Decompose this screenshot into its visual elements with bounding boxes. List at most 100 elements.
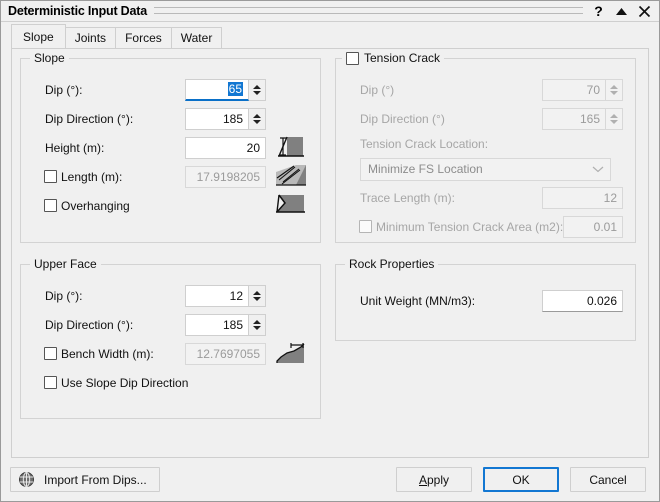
- use-slope-dip-direction-label: Use Slope Dip Direction: [61, 375, 189, 390]
- tension-crack-min-area-checkbox: Minimum Tension Crack Area (m2):: [359, 220, 563, 234]
- upper-face-dip-label: Dip (°):: [45, 288, 83, 303]
- cancel-button[interactable]: Cancel: [570, 467, 646, 492]
- spin-down-icon[interactable]: [253, 119, 261, 124]
- unit-weight-input[interactable]: 0.026: [542, 289, 623, 312]
- slope-group: Slope Dip (°): 65 Dip Direction (°): 185…: [20, 51, 321, 243]
- left-column: Slope Dip (°): 65 Dip Direction (°): 185…: [20, 51, 321, 419]
- tension-crack-dip-direction-input: 165: [542, 107, 606, 130]
- upper-face-dip-spinner[interactable]: 12: [185, 284, 266, 307]
- tension-crack-location-select: Minimize FS Location: [360, 157, 611, 181]
- upper-face-dip-direction-spin-buttons[interactable]: [249, 313, 266, 336]
- upper-face-dip-direction-spinner[interactable]: 185: [185, 313, 266, 336]
- upper-face-dip-direction-input[interactable]: 185: [185, 313, 249, 336]
- spin-down-icon: [610, 119, 618, 124]
- slope-dip-spinner[interactable]: 65: [185, 78, 266, 101]
- unit-weight-label: Unit Weight (MN/m3):: [360, 293, 476, 308]
- checkbox-box[interactable]: [44, 347, 57, 360]
- slope-overhanging-checkbox[interactable]: Overhanging: [44, 199, 130, 213]
- upper-face-bench-width-diagram-icon: [274, 340, 308, 368]
- spin-down-icon[interactable]: [253, 296, 261, 301]
- tension-crack-trace-length-row: Trace Length (m): 12: [348, 183, 623, 212]
- tab-forces-label: Forces: [125, 31, 162, 45]
- diagram-placeholder: [274, 282, 308, 310]
- apply-button[interactable]: Apply: [396, 467, 472, 492]
- tension-crack-trace-length-label: Trace Length (m):: [360, 190, 455, 205]
- tension-crack-dip-spinner: 70: [542, 78, 623, 101]
- rock-properties-group: Rock Properties Unit Weight (MN/m3): 0.0…: [335, 257, 636, 341]
- slope-dip-direction-spinner[interactable]: 185: [185, 107, 266, 130]
- checkbox-box[interactable]: [44, 170, 57, 183]
- spin-up-icon[interactable]: [253, 84, 261, 89]
- tension-crack-location-value: Minimize FS Location: [368, 162, 483, 176]
- upper-face-bench-width-label: Bench Width (m):: [61, 346, 154, 361]
- upper-face-dip-input[interactable]: 12: [185, 284, 249, 307]
- tab-water-label: Water: [180, 31, 213, 45]
- checkbox-box[interactable]: [44, 199, 57, 212]
- dialog-footer: Import From Dips... Apply OK Cancel: [1, 458, 659, 501]
- tab-slope[interactable]: Slope: [11, 24, 66, 48]
- tension-crack-min-area-label: Minimum Tension Crack Area (m2):: [376, 219, 564, 234]
- deterministic-input-data-dialog: Deterministic Input Data ? Slope Joints …: [0, 0, 660, 502]
- slope-height-row: Height (m): 20: [33, 133, 308, 162]
- tab-water[interactable]: Water: [170, 27, 223, 48]
- spin-up-icon[interactable]: [253, 319, 261, 324]
- checkbox-box[interactable]: [44, 376, 57, 389]
- import-from-dips-label: Import From Dips...: [44, 472, 147, 487]
- tension-crack-checkbox[interactable]: [346, 51, 359, 65]
- title-bar-buttons: ?: [592, 4, 653, 19]
- tension-crack-dip-direction-label: Dip Direction (°): [360, 111, 445, 126]
- tab-slope-label: Slope: [23, 29, 54, 44]
- tension-crack-dip-direction-row: Dip Direction (°) 165: [348, 104, 623, 133]
- tension-crack-group: Tension Crack Dip (°) 70 Dip Direction (…: [335, 51, 636, 243]
- import-from-dips-button[interactable]: Import From Dips...: [10, 467, 160, 492]
- tension-crack-min-area-row: Minimum Tension Crack Area (m2): 0.01: [348, 212, 623, 241]
- spin-up-icon[interactable]: [253, 113, 261, 118]
- spin-up-icon[interactable]: [253, 290, 261, 295]
- tension-crack-dip-spin-buttons: [606, 78, 623, 101]
- spin-down-icon[interactable]: [253, 90, 261, 95]
- slope-height-input[interactable]: 20: [185, 136, 266, 159]
- tension-crack-location-label-row: Tension Crack Location:: [348, 133, 623, 155]
- upper-face-group-legend: Upper Face: [30, 257, 101, 271]
- spin-down-icon[interactable]: [253, 325, 261, 330]
- spin-up-icon: [610, 113, 618, 118]
- diagram-placeholder: [274, 76, 308, 104]
- collapse-icon[interactable]: [615, 4, 628, 19]
- chevron-down-icon: [592, 162, 604, 176]
- slope-height-label: Height (m):: [45, 140, 105, 155]
- apply-label: Apply: [418, 472, 450, 487]
- slope-overhanging-diagram-icon: [274, 192, 308, 220]
- ok-button[interactable]: OK: [483, 467, 559, 492]
- upper-face-group: Upper Face Dip (°): 12 Dip Direction (°)…: [20, 257, 321, 419]
- help-icon[interactable]: ?: [592, 4, 605, 19]
- slope-length-input: 17.9198205: [185, 165, 266, 188]
- slope-dip-input[interactable]: 65: [185, 78, 249, 101]
- checkbox-box: [359, 220, 372, 233]
- upper-face-dip-row: Dip (°): 12: [33, 281, 308, 310]
- upper-face-bench-width-input: 12.7697055: [185, 342, 266, 365]
- tension-crack-location-row: Minimize FS Location: [348, 155, 623, 183]
- ok-label: OK: [512, 472, 530, 487]
- upper-face-dip-direction-row: Dip Direction (°): 185: [33, 310, 308, 339]
- tension-crack-group-legend[interactable]: Tension Crack: [342, 51, 445, 65]
- slope-dip-direction-row: Dip Direction (°): 185: [33, 104, 308, 133]
- slope-dip-direction-input[interactable]: 185: [185, 107, 249, 130]
- slope-dip-direction-spin-buttons[interactable]: [249, 107, 266, 130]
- slope-dip-spin-buttons[interactable]: [249, 78, 266, 101]
- tab-forces[interactable]: Forces: [115, 27, 172, 48]
- upper-face-bench-width-checkbox[interactable]: Bench Width (m):: [44, 347, 154, 361]
- slope-length-diagram-icon: [274, 163, 308, 191]
- tab-joints[interactable]: Joints: [64, 27, 117, 48]
- close-icon[interactable]: [638, 4, 651, 19]
- title-bar: Deterministic Input Data ?: [1, 1, 659, 22]
- slope-dip-direction-label: Dip Direction (°):: [45, 111, 134, 126]
- slope-dip-label: Dip (°):: [45, 82, 83, 97]
- slope-group-legend: Slope: [30, 51, 69, 65]
- tension-crack-dip-direction-spin-buttons: [606, 107, 623, 130]
- spin-down-icon: [610, 90, 618, 95]
- use-slope-dip-direction-checkbox[interactable]: Use Slope Dip Direction: [44, 376, 188, 390]
- slope-dip-row: Dip (°): 65: [33, 75, 308, 104]
- upper-face-dip-spin-buttons[interactable]: [249, 284, 266, 307]
- upper-face-bench-width-row: Bench Width (m): 12.7697055: [33, 339, 308, 368]
- slope-length-checkbox[interactable]: Length (m):: [44, 170, 122, 184]
